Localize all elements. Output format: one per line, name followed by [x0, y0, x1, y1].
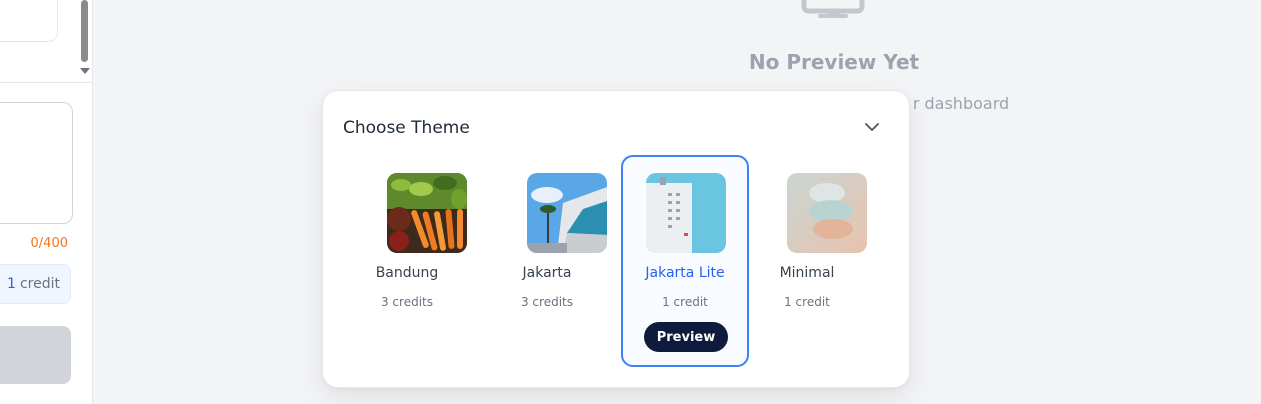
minimal-thumbnail	[787, 173, 867, 253]
left-panel: 0/400 1 credit	[0, 0, 93, 404]
credit-label: credit	[19, 276, 60, 292]
theme-credits: 1 credit	[784, 295, 830, 309]
scroll-down-arrow-icon[interactable]	[80, 68, 90, 74]
empty-state-title: No Preview Yet	[748, 50, 920, 74]
theme-name: Bandung	[375, 265, 439, 281]
theme-credits: 3 credits	[380, 295, 433, 309]
preview-button[interactable]: Preview	[644, 322, 728, 352]
divider	[0, 82, 92, 83]
theme-name: Jakarta Lite	[645, 265, 725, 281]
top-input-box[interactable]	[0, 0, 58, 42]
scrollbar[interactable]	[79, 0, 91, 80]
jakarta-thumbnail	[527, 173, 607, 253]
scrollbar-thumb[interactable]	[81, 0, 88, 62]
theme-credits: 3 credits	[520, 295, 573, 309]
theme-picker-card: Choose Theme Bandung 3 credits Jakarta 3…	[322, 90, 910, 388]
theme-option-jakarta[interactable]: Jakarta 3 credits	[483, 155, 611, 367]
jakarta-lite-thumbnail	[646, 173, 726, 253]
character-counter: 0/400	[30, 236, 68, 251]
theme-name: Jakarta	[522, 265, 572, 281]
theme-credits: 1 credit	[662, 295, 708, 309]
monitor-icon	[801, 0, 865, 18]
theme-option-jakarta-lite[interactable]: Jakarta Lite 1 credit Preview	[621, 155, 749, 367]
theme-name: Minimal	[779, 265, 835, 281]
generate-button[interactable]	[0, 326, 71, 384]
bandung-thumbnail	[387, 173, 467, 253]
prompt-textarea[interactable]	[0, 102, 73, 224]
theme-option-minimal[interactable]: Minimal 1 credit	[743, 155, 871, 367]
credit-cost-badge: 1 credit	[0, 264, 71, 304]
theme-option-bandung[interactable]: Bandung 3 credits	[343, 155, 471, 367]
credit-amount: 1	[7, 276, 16, 292]
theme-picker-title: Choose Theme	[343, 118, 470, 138]
chevron-down-icon[interactable]	[863, 118, 881, 136]
